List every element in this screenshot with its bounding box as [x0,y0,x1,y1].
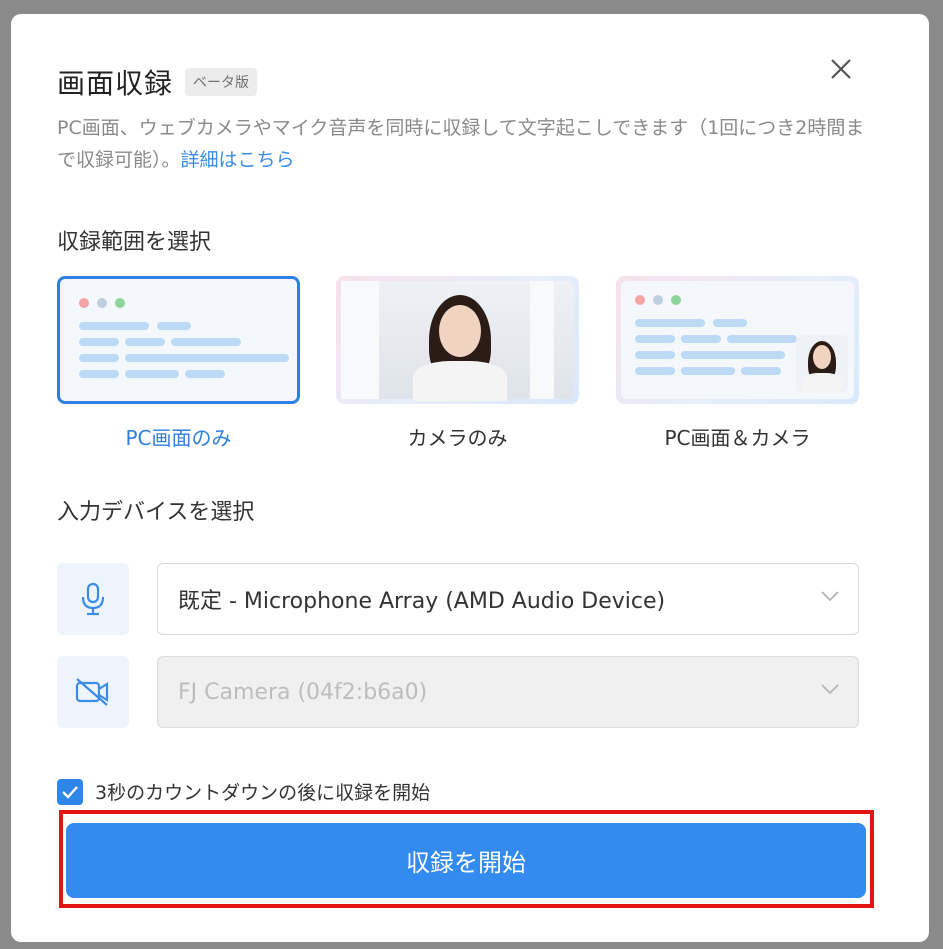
camera-row: FJ Camera (04f2:b6a0) [57,656,859,728]
option-label: PC画面＆カメラ [664,426,811,450]
camera-select[interactable]: FJ Camera (04f2:b6a0) [157,656,859,728]
microphone-select[interactable]: 既定 - Microphone Array (AMD Audio Device) [157,563,859,635]
device-section-label: 入力デバイスを選択 [57,500,255,525]
option-label: PC画面のみ [125,426,232,450]
range-section-label: 収録範囲を選択 [57,230,212,255]
option-camera-only[interactable]: カメラのみ [336,276,579,451]
dialog-title: 画面収録 [57,67,174,100]
details-link[interactable]: 詳細はこちら [181,149,295,171]
countdown-option[interactable]: 3秒のカウントダウンの後に収録を開始 [57,778,430,805]
camera-thumbnail [336,276,579,404]
camera-select-value: FJ Camera (04f2:b6a0) [178,679,428,705]
start-recording-button[interactable]: 収録を開始 [66,823,866,898]
dialog-description: PC画面、ウェブカメラやマイク音声を同時に収録して文字起こしできます（1回につき… [57,112,867,176]
countdown-checkbox[interactable] [57,778,83,805]
beta-badge: ベータ版 [185,68,258,96]
close-button[interactable] [826,54,856,84]
title-row: 画面収録 ベータ版 [57,62,258,102]
chevron-down-icon [821,684,839,695]
close-icon [831,59,851,79]
pc-and-camera-thumbnail [616,276,859,404]
microphone-icon [57,563,129,635]
description-text: PC画面、ウェブカメラやマイク音声を同時に収録して文字起こしできます（1回につき… [57,117,865,171]
camera-off-icon [57,656,129,728]
chevron-down-icon [821,591,839,602]
microphone-select-value: 既定 - Microphone Array (AMD Audio Device) [178,589,666,614]
pc-screen-thumbnail [57,276,300,404]
option-pc-screen-only[interactable]: PC画面のみ [57,276,300,451]
countdown-label: 3秒のカウントダウンの後に収録を開始 [95,782,431,804]
microphone-row: 既定 - Microphone Array (AMD Audio Device) [57,563,859,635]
option-label: カメラのみ [407,426,508,450]
option-pc-screen-and-camera[interactable]: PC画面＆カメラ [616,276,859,451]
checkmark-icon [62,785,78,799]
